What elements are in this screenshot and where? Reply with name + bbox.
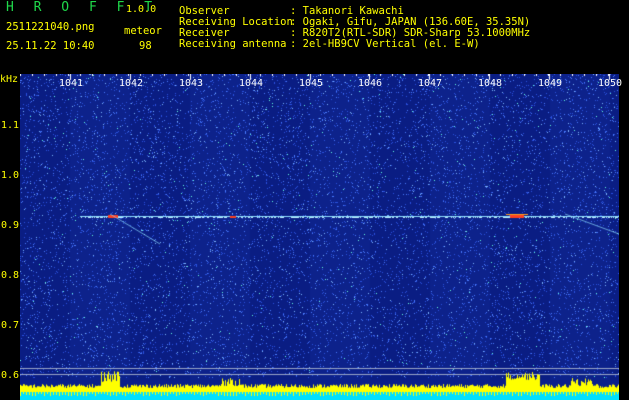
timestamp: 25.11.22 10:40 (6, 40, 95, 52)
meteor-count: 98 (139, 40, 152, 52)
x-tick-label: 1050 (598, 78, 623, 89)
y-tick-label: 0.8 (1, 270, 20, 281)
x-tick-label: 1043 (179, 78, 204, 89)
info-value-antenna: : 2el-HB9CV Vertical (el. E-W) (290, 38, 480, 50)
spectrogram (20, 74, 619, 400)
x-tick-label: 1045 (299, 78, 324, 89)
x-tick-label: 1047 (418, 78, 443, 89)
y-tick-label: 0.7 (1, 320, 20, 331)
y-axis-unit: kHz (0, 74, 19, 85)
y-tick-label: 0.9 (1, 220, 20, 231)
x-tick-label: 1042 (119, 78, 144, 89)
x-tick-label: 1044 (239, 78, 264, 89)
y-tick-label: 1.1 (1, 120, 20, 131)
info-key-antenna: Receiving antenna (179, 38, 287, 50)
app-version: 1.0.0 (126, 4, 157, 15)
x-tick-label: 1048 (478, 78, 503, 89)
y-tick-label: 1.0 (1, 170, 20, 181)
header-panel: H R O F F T 1.0.0 2511221040.png meteor … (0, 0, 629, 85)
x-tick-label: 1041 (59, 78, 84, 89)
x-tick-label: 1046 (358, 78, 383, 89)
mode-label: meteor (124, 25, 162, 37)
x-tick-label: 1049 (538, 78, 563, 89)
y-tick-label: 0.6 (1, 370, 20, 381)
file-name: 2511221040.png (6, 21, 95, 33)
